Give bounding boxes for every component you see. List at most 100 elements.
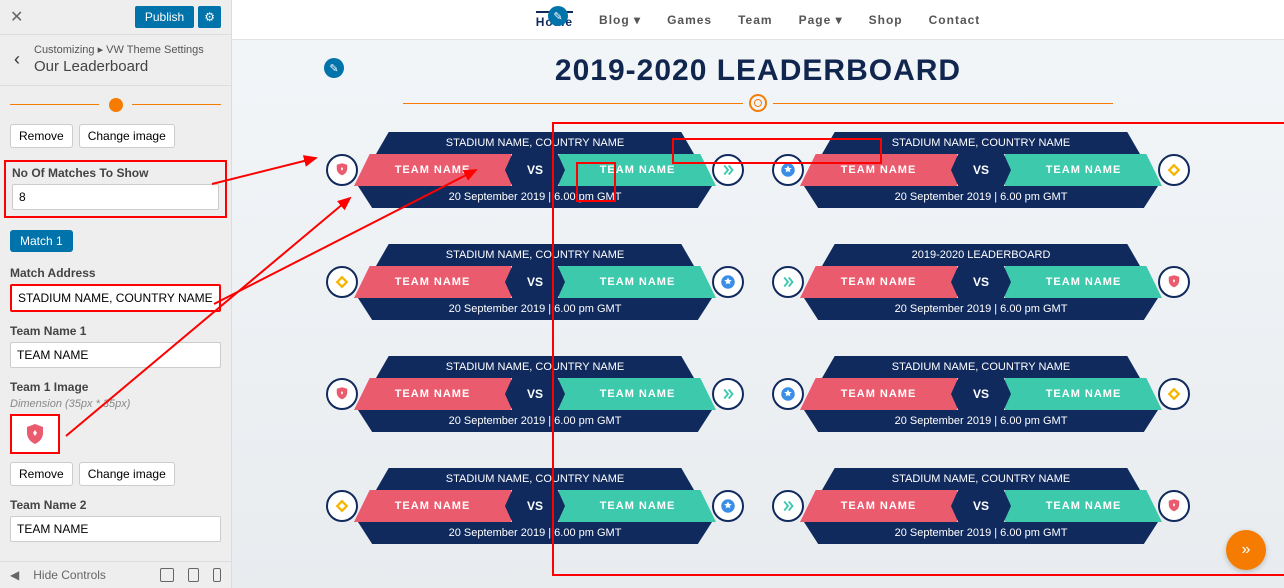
team1-name: TEAM NAME xyxy=(800,154,957,186)
match-card: STADIUM NAME, COUNTRY NAMETEAM NAMEVSTEA… xyxy=(778,468,1184,560)
team1-image-thumb[interactable] xyxy=(10,414,60,454)
vs-label: VS xyxy=(505,378,565,410)
team1-icon xyxy=(772,378,804,410)
team1-icon xyxy=(326,490,358,522)
stadium-label: STADIUM NAME, COUNTRY NAME xyxy=(822,468,1140,490)
team1-icon xyxy=(326,266,358,298)
team1-icon xyxy=(326,154,358,186)
team2-name: TEAM NAME xyxy=(559,266,716,298)
edit-shortcut-icon[interactable]: ✎ xyxy=(324,58,344,78)
stadium-label: STADIUM NAME, COUNTRY NAME xyxy=(376,132,694,154)
divider-icon xyxy=(232,94,1284,112)
nav-blog[interactable]: Blog ▾ xyxy=(599,13,641,27)
team2-icon xyxy=(712,266,744,298)
match-date: 20 September 2019 | 6.00 pm GMT xyxy=(804,410,1158,432)
scroll-top-button[interactable]: » xyxy=(1226,530,1266,570)
team1-icon xyxy=(326,378,358,410)
team1-name: TEAM NAME xyxy=(354,490,511,522)
match-card: STADIUM NAME, COUNTRY NAMETEAM NAMEVSTEA… xyxy=(332,132,738,224)
match-card: STADIUM NAME, COUNTRY NAMETEAM NAMEVSTEA… xyxy=(332,244,738,336)
stadium-label: STADIUM NAME, COUNTRY NAME xyxy=(376,356,694,378)
no-matches-label: No Of Matches To Show xyxy=(12,166,219,180)
team1-name: TEAM NAME xyxy=(800,266,957,298)
team2-name: TEAM NAME xyxy=(559,378,716,410)
change-image-button-2[interactable]: Change image xyxy=(79,462,175,486)
vs-label: VS xyxy=(951,490,1011,522)
team1-image-label: Team 1 Image xyxy=(10,380,221,394)
matches-grid: STADIUM NAME, COUNTRY NAMETEAM NAMEVSTEA… xyxy=(232,120,1284,570)
change-image-button[interactable]: Change image xyxy=(79,124,175,148)
team1-name: TEAM NAME xyxy=(800,378,957,410)
match-card: STADIUM NAME, COUNTRY NAMETEAM NAMEVSTEA… xyxy=(332,356,738,448)
tablet-icon[interactable] xyxy=(188,568,199,582)
team2-icon xyxy=(712,490,744,522)
match-card: 2019-2020 LEADERBOARDTEAM NAMEVSTEAM NAM… xyxy=(778,244,1184,336)
vs-label: VS xyxy=(505,490,565,522)
match-date: 20 September 2019 | 6.00 pm GMT xyxy=(804,298,1158,320)
match-date: 20 September 2019 | 6.00 pm GMT xyxy=(358,410,712,432)
shield-icon xyxy=(23,422,47,446)
stadium-label: STADIUM NAME, COUNTRY NAME xyxy=(376,244,694,266)
panel-title: Our Leaderboard xyxy=(34,58,204,75)
team2-name: TEAM NAME xyxy=(1005,490,1162,522)
no-matches-input[interactable] xyxy=(12,184,219,210)
team2-name: TEAM NAME xyxy=(1005,154,1162,186)
publish-button[interactable]: Publish xyxy=(135,6,194,28)
preview-pane: ✎ Home Blog ▾ Games Team Page ▾ Shop Con… xyxy=(232,0,1284,588)
team2-icon xyxy=(1158,378,1190,410)
team2-icon xyxy=(1158,490,1190,522)
stadium-label: 2019-2020 LEADERBOARD xyxy=(822,244,1140,266)
match-badge[interactable]: Match 1 xyxy=(10,230,73,252)
team1-name: TEAM NAME xyxy=(800,490,957,522)
gear-icon[interactable]: ⚙ xyxy=(198,6,221,28)
team1-icon xyxy=(772,490,804,522)
team2-name: TEAM NAME xyxy=(559,490,716,522)
team1-name: TEAM NAME xyxy=(354,154,511,186)
hide-controls-button[interactable]: Hide Controls xyxy=(33,568,106,582)
team2-name: TEAM NAME xyxy=(559,154,716,186)
remove-image-button[interactable]: Remove xyxy=(10,462,73,486)
match-date: 20 September 2019 | 6.00 pm GMT xyxy=(804,522,1158,544)
team1-label: Team Name 1 xyxy=(10,324,221,338)
back-icon[interactable]: ‹ xyxy=(10,47,24,72)
match-card: STADIUM NAME, COUNTRY NAMETEAM NAMEVSTEA… xyxy=(778,356,1184,448)
match-card: STADIUM NAME, COUNTRY NAMETEAM NAMEVSTEA… xyxy=(778,132,1184,224)
desktop-icon[interactable] xyxy=(160,568,174,582)
team2-icon xyxy=(1158,154,1190,186)
team1-input[interactable] xyxy=(10,342,221,368)
vs-label: VS xyxy=(505,266,565,298)
dimension-note: Dimension (35px * 35px) xyxy=(10,398,221,410)
match-address-label: Match Address xyxy=(10,266,221,280)
team2-input[interactable] xyxy=(10,516,221,542)
match-date: 20 September 2019 | 6.00 pm GMT xyxy=(804,186,1158,208)
mobile-icon[interactable] xyxy=(213,568,221,582)
team2-name: TEAM NAME xyxy=(1005,378,1162,410)
leaderboard-title: 2019-2020 LEADERBOARD xyxy=(232,54,1284,88)
vs-label: VS xyxy=(951,154,1011,186)
site-nav: Home Blog ▾ Games Team Page ▾ Shop Conta… xyxy=(232,0,1284,40)
team1-name: TEAM NAME xyxy=(354,378,511,410)
stadium-label: STADIUM NAME, COUNTRY NAME xyxy=(822,132,1140,154)
edit-shortcut-icon[interactable]: ✎ xyxy=(548,6,568,26)
team2-label: Team Name 2 xyxy=(10,498,221,512)
nav-shop[interactable]: Shop xyxy=(869,13,903,27)
team2-name: TEAM NAME xyxy=(1005,266,1162,298)
vs-label: VS xyxy=(951,378,1011,410)
remove-button[interactable]: Remove xyxy=(10,124,73,148)
breadcrumb: Customizing ▸ VW Theme Settings xyxy=(34,44,204,56)
close-icon[interactable]: ✕ xyxy=(10,7,23,27)
team2-icon xyxy=(1158,266,1190,298)
nav-team[interactable]: Team xyxy=(738,13,772,27)
customizer-sidebar: ✕ Publish ⚙ ‹ Customizing ▸ VW Theme Set… xyxy=(0,0,232,588)
vs-label: VS xyxy=(951,266,1011,298)
nav-contact[interactable]: Contact xyxy=(929,13,981,27)
match-address-input[interactable] xyxy=(10,284,221,312)
match-date: 20 September 2019 | 6.00 pm GMT xyxy=(358,298,712,320)
nav-games[interactable]: Games xyxy=(667,13,712,27)
collapse-icon[interactable]: ◀ xyxy=(10,568,19,582)
team1-icon xyxy=(772,266,804,298)
nav-page[interactable]: Page ▾ xyxy=(799,13,843,27)
stadium-label: STADIUM NAME, COUNTRY NAME xyxy=(376,468,694,490)
team1-name: TEAM NAME xyxy=(354,266,511,298)
match-date: 20 September 2019 | 6.00 pm GMT xyxy=(358,522,712,544)
